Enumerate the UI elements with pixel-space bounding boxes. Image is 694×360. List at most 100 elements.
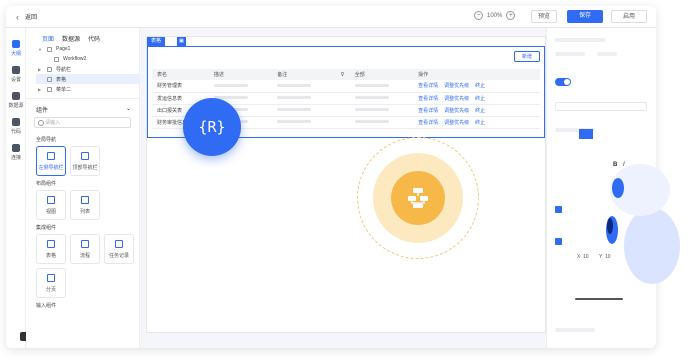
- datasource-icon: [12, 92, 20, 100]
- workflow-icon: [54, 56, 59, 62]
- priority-link[interactable]: 调整优先级: [444, 108, 469, 114]
- placeholder-bar: [597, 52, 617, 56]
- component-label: 流程: [79, 253, 90, 259]
- terminate-link[interactable]: 终止: [475, 96, 485, 102]
- placeholder-bar: [277, 83, 312, 87]
- pagination-icon: [47, 274, 55, 282]
- placeholder-bar: [555, 52, 585, 56]
- rail-label: 代码: [10, 129, 21, 135]
- tree-item[interactable]: ▶ 导航栏: [36, 64, 139, 74]
- sidebar-layout-icon: [47, 152, 55, 160]
- placeholder-bar: [277, 96, 312, 100]
- add-button[interactable]: 新增: [514, 51, 540, 62]
- workflow-icon: [408, 188, 428, 208]
- publish-button[interactable]: 启用: [611, 10, 647, 23]
- toggle-switch[interactable]: [555, 78, 571, 86]
- terminate-link[interactable]: 终止: [475, 83, 485, 89]
- zoom-level: 100%: [487, 12, 503, 19]
- column-header: 表名: [152, 69, 209, 80]
- component-label: 列表: [79, 209, 90, 215]
- select-field[interactable]: [555, 102, 647, 111]
- priority-link[interactable]: 调整优先级: [444, 96, 469, 102]
- rail-item-code[interactable]: 代码: [6, 118, 26, 135]
- terminate-link[interactable]: 终止: [475, 108, 485, 114]
- r-badge-icon: {R}: [183, 98, 241, 156]
- tree-item-label: 导航栏: [56, 66, 72, 73]
- flow-icon: [81, 240, 89, 248]
- zoom-control: − 100% +: [474, 11, 516, 20]
- color-swatch[interactable]: [579, 129, 593, 139]
- component-card[interactable]: 左侧导航栏: [36, 146, 66, 176]
- zoom-out-icon[interactable]: −: [474, 11, 483, 20]
- tree-item[interactable]: 表格: [36, 74, 139, 84]
- group-title: 布局组件: [36, 181, 57, 187]
- slider-track[interactable]: [575, 298, 623, 300]
- back-label: 返回: [25, 15, 38, 21]
- column-header: 全部: [349, 69, 414, 80]
- page-icon: [47, 46, 52, 52]
- panel-tabs: 页面 数据源 代码: [26, 28, 139, 44]
- tree-item[interactable]: ▼ Page1: [36, 44, 139, 54]
- preview-button[interactable]: 预览: [531, 10, 558, 23]
- components-title: 组件: [36, 108, 49, 114]
- column-header: 操作: [413, 69, 540, 80]
- app-window: ‹ 返回 − 100% + 预览 保存 启用 大纲 设置 数据源 代码 连接 页…: [6, 6, 656, 348]
- rail-item-outline[interactable]: 大纲: [6, 40, 26, 57]
- connect-icon: [12, 144, 20, 152]
- rail-label: 设置: [10, 77, 21, 83]
- view-detail-link[interactable]: 查看详情: [418, 96, 438, 102]
- chevron-down-icon[interactable]: ⌄: [126, 105, 131, 114]
- component-label: 表格: [45, 253, 56, 259]
- left-panel: 页面 数据源 代码 ▼ Page1 Workflow2 ▶ 导航栏 表格 ▶ 菜单二 …: [26, 28, 140, 348]
- zoom-in-icon[interactable]: +: [506, 11, 516, 20]
- selection-tag: 表格: [147, 37, 166, 46]
- back-button[interactable]: ‹ 返回: [16, 12, 37, 22]
- design-canvas[interactable]: 表格 ▣ 新增 表名 描述 备注 ⊽ 全部 操作 财务管理表 查看详情 调整优先级终…: [146, 36, 546, 333]
- task-record-icon: [115, 240, 123, 248]
- checkbox[interactable]: [555, 206, 562, 213]
- tree-item[interactable]: ▶ 菜单二: [36, 84, 139, 94]
- component-label: 任务记录: [108, 253, 129, 259]
- table-row: 财务管理表 查看详情 调整优先级 终止: [152, 80, 540, 93]
- component-card[interactable]: 任务记录: [104, 234, 134, 264]
- group-title: 输入组件: [36, 303, 57, 309]
- table-header: 表名 描述 备注 ⊽ 全部 操作: [152, 69, 540, 80]
- column-header[interactable]: 备注: [272, 69, 336, 80]
- tree-item[interactable]: Workflow2: [36, 54, 139, 64]
- component-card[interactable]: 表格: [36, 234, 66, 264]
- delete-icon[interactable]: ▣: [177, 37, 186, 46]
- checkbox[interactable]: [555, 238, 562, 245]
- component-card[interactable]: 列表: [70, 190, 100, 220]
- placeholder-bar: [354, 83, 389, 87]
- rail-item-settings[interactable]: 设置: [6, 66, 26, 83]
- rail-item-datasource[interactable]: 数据源: [6, 92, 26, 109]
- rail-item-connect[interactable]: 连接: [6, 144, 26, 161]
- filter-icon[interactable]: ⊽: [335, 69, 350, 80]
- component-card[interactable]: 流程: [70, 234, 100, 264]
- view-detail-link[interactable]: 查看详情: [418, 120, 438, 126]
- caret-right-icon: ▶: [38, 86, 42, 92]
- x-input[interactable]: 10: [583, 254, 589, 260]
- table-icon: [47, 76, 52, 82]
- tab-datasource[interactable]: 数据源: [62, 34, 80, 44]
- chevron-left-icon: ‹: [16, 11, 19, 22]
- tab-code[interactable]: 代码: [88, 34, 100, 44]
- robot-mascot-icon: [606, 164, 680, 284]
- caret-right-icon: ▶: [38, 66, 42, 72]
- component-card[interactable]: 视图: [36, 190, 66, 220]
- component-search-input[interactable]: 请输入: [34, 117, 131, 128]
- settings-icon: [12, 66, 20, 74]
- tab-pages[interactable]: 页面: [42, 34, 54, 44]
- view-detail-link[interactable]: 查看详情: [418, 108, 438, 114]
- view-detail-link[interactable]: 查看详情: [418, 83, 438, 89]
- priority-link[interactable]: 调整优先级: [444, 83, 469, 89]
- component-card[interactable]: 分页: [36, 268, 66, 298]
- priority-link[interactable]: 调整优先级: [444, 120, 469, 126]
- rail-label: 大纲: [10, 51, 21, 57]
- terminate-link[interactable]: 终止: [475, 120, 485, 126]
- component-label: 顶部导航栏: [72, 165, 98, 171]
- group-title: 全局导航: [36, 137, 57, 143]
- component-card[interactable]: 顶部导航栏: [70, 146, 100, 176]
- component-group: 左侧导航栏 顶部导航栏: [26, 146, 136, 176]
- save-button[interactable]: 保存: [567, 10, 603, 23]
